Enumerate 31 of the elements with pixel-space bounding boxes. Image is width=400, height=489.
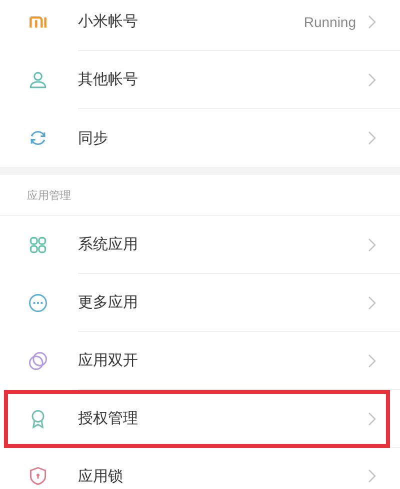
row-label: 授权管理 [78, 409, 139, 428]
more-icon [27, 292, 49, 314]
row-label: 应用双开 [78, 351, 139, 370]
settings-row[interactable]: 小米帐号 Running [0, 0, 400, 51]
chevron-icon [368, 131, 376, 145]
row-label: 更多应用 [78, 293, 139, 312]
settings-row[interactable]: 系统应用 [0, 216, 400, 274]
settings-row[interactable]: 授权管理 [0, 390, 400, 448]
chevron-icon [368, 469, 376, 483]
overlapping-circles-icon [27, 350, 49, 372]
chevron-icon [368, 72, 376, 86]
chevron-icon [368, 14, 376, 28]
settings-row[interactable]: 更多应用 [0, 274, 400, 332]
grid-icon [27, 234, 49, 256]
settings-row[interactable]: 其他帐号 [0, 51, 400, 109]
shield-icon [27, 465, 49, 487]
row-label: 其他帐号 [78, 70, 139, 89]
settings-row[interactable]: 同步 [0, 109, 400, 167]
person-icon [27, 69, 49, 91]
chevron-icon [368, 412, 376, 426]
row-label: 同步 [78, 128, 109, 148]
chevron-icon [368, 354, 376, 368]
section-header: 应用管理 [0, 175, 400, 216]
chevron-icon [368, 296, 376, 310]
row-label: 系统应用 [78, 235, 139, 254]
settings-row[interactable]: 应用双开 [0, 332, 400, 390]
row-value: Running [304, 14, 356, 30]
chevron-icon [368, 238, 376, 252]
row-label: 应用锁 [78, 466, 124, 486]
settings-row[interactable]: 应用锁 [0, 448, 400, 489]
row-label: 小米帐号 [78, 12, 139, 31]
